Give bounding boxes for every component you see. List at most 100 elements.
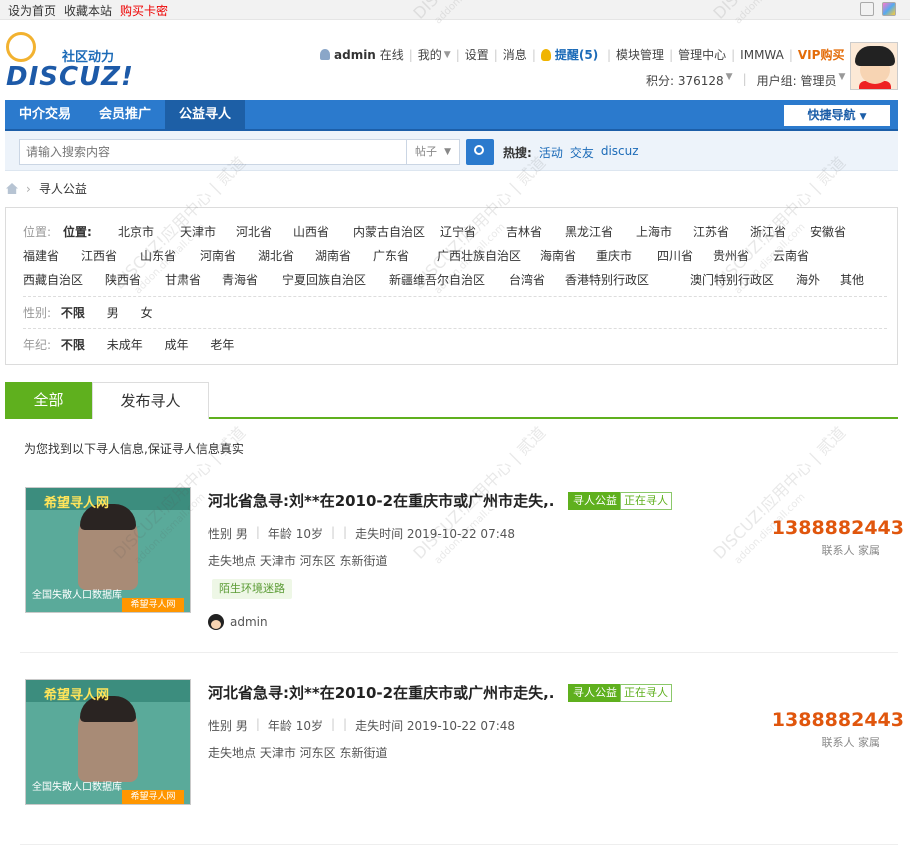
messages-link[interactable]: 消息 (503, 46, 527, 63)
location-option[interactable]: 四川省 (657, 247, 693, 264)
location-option[interactable]: 北京市 (118, 223, 154, 240)
location-option[interactable]: 黑龙江省 (565, 223, 613, 240)
hot-keyword[interactable]: discuz (601, 144, 639, 161)
listing-card[interactable]: 希望寻人网 全国失散人口数据库 希望寻人网 河北省急寻:刘**在2010-2在重庆市或… (20, 484, 904, 672)
username-link[interactable]: admin (334, 48, 376, 62)
found-tip: 为您找到以下寻人信息,保证寻人信息真实 (24, 442, 244, 456)
search-button[interactable] (466, 139, 494, 165)
location-option[interactable]: 福建省 (23, 247, 59, 264)
location-option[interactable]: 河北省 (236, 223, 272, 240)
status-badge: 正在寻人 (620, 492, 672, 510)
listing-card[interactable]: 希望寻人网 全国失散人口数据库 希望寻人网 河北省急寻:刘**在2010-2在重庆市或… (20, 676, 904, 864)
age-option[interactable]: 老年 (210, 338, 234, 352)
location-option[interactable]: 上海市 (636, 223, 672, 240)
style-icon[interactable] (882, 2, 896, 16)
location-option[interactable]: 广西壮族自治区 (437, 247, 521, 264)
nav-item-agency[interactable]: 中介交易 (5, 100, 85, 129)
usergroup-menu[interactable]: 用户组: 管理员 (757, 72, 837, 89)
location-option[interactable]: 台湾省 (509, 271, 545, 288)
nav-item-promotion[interactable]: 会员推广 (85, 100, 165, 129)
location-option[interactable]: 湖北省 (258, 247, 294, 264)
location-option[interactable]: 广东省 (373, 247, 409, 264)
cause-tag[interactable]: 陌生环境迷路 (212, 579, 292, 599)
location-option[interactable]: 河南省 (200, 247, 236, 264)
block-manage-link[interactable]: 模块管理 (616, 46, 664, 63)
settings-link[interactable]: 设置 (465, 46, 489, 63)
location-row: 福建省 江西省 山东省 河南省 湖北省 湖南省 广东省 广西壮族自治区 海南省 重庆市 四川省 贵州省… (23, 247, 887, 263)
location-option[interactable]: 山西省 (293, 223, 329, 240)
location-option[interactable]: 青海省 (222, 271, 258, 288)
tab-bar: 全部 发布寻人 (5, 382, 898, 419)
location-option[interactable]: 重庆市 (596, 247, 632, 264)
gender-option[interactable]: 女 (141, 306, 153, 320)
location-option[interactable]: 云南省 (773, 247, 809, 264)
location-option[interactable]: 澳门特别行政区 (690, 271, 774, 288)
lost-place-value: 走失地点 天津市 河东区 东新街道 (208, 746, 388, 760)
location-option[interactable]: 贵州省 (713, 247, 749, 264)
listing-title[interactable]: 河北省急寻:刘**在2010-2在重庆市或广州市走失,... (208, 490, 553, 511)
location-option[interactable]: 陕西省 (105, 271, 141, 288)
set-home-link[interactable]: 设为首页 (8, 2, 56, 19)
location-option[interactable]: 浙江省 (750, 223, 786, 240)
location-option[interactable]: 海外 (796, 271, 820, 288)
location-option[interactable]: 香港特别行政区 (565, 271, 649, 288)
breadcrumb-current[interactable]: 寻人公益 (39, 180, 87, 197)
contact-phone[interactable]: 1388882443 (772, 517, 904, 539)
contact-phone[interactable]: 1388882443 (772, 709, 904, 731)
location-option[interactable]: 吉林省 (506, 223, 542, 240)
search-type-select[interactable]: 帖子 ▼ (406, 139, 460, 165)
location-option[interactable]: 辽宁省 (440, 223, 476, 240)
immwa-link[interactable]: IMMWA (740, 48, 784, 62)
filter-panel: 位置: 位置: 北京市 天津市 河北省 山西省 内蒙古自治区 辽宁省 吉林省 黑龙江省 上海市 江苏省… (5, 207, 898, 365)
location-option[interactable]: 甘肃省 (165, 271, 201, 288)
home-icon[interactable] (6, 183, 18, 194)
location-option[interactable]: 其他 (840, 271, 864, 288)
lost-place-value: 走失地点 天津市 河东区 东新街道 (208, 554, 388, 568)
location-option[interactable]: 新疆维吾尔自治区 (389, 271, 485, 288)
user-meta: 积分: 376128 ▼ | 用户组: 管理员 ▼ (646, 72, 846, 89)
location-option[interactable]: 宁夏回族自治区 (282, 271, 366, 288)
location-option[interactable]: 天津市 (180, 223, 216, 240)
admin-center-link[interactable]: 管理中心 (678, 46, 726, 63)
tab-publish[interactable]: 发布寻人 (92, 382, 209, 419)
location-option-all[interactable]: 位置: (63, 223, 92, 240)
location-option[interactable]: 湖南省 (315, 247, 351, 264)
location-option[interactable]: 西藏自治区 (23, 271, 83, 288)
search-input[interactable] (19, 139, 407, 165)
location-option[interactable]: 江苏省 (693, 223, 729, 240)
location-option[interactable]: 海南省 (540, 247, 576, 264)
quick-nav-button[interactable]: 快捷导航 ▼ (784, 105, 890, 126)
site-logo[interactable]: 社区动力 DISCUZ! (6, 32, 136, 92)
divider (20, 844, 898, 845)
vip-link[interactable]: VIP购买 (798, 46, 845, 63)
bookmark-link[interactable]: 收藏本站 (64, 2, 112, 19)
photo-site-text: 希望寻人网 (44, 688, 110, 703)
hot-keyword[interactable]: 交友 (570, 144, 594, 161)
location-option[interactable]: 江西省 (81, 247, 117, 264)
age-filter: 年纪: 不限 未成年 成年 老年 (23, 336, 234, 353)
credits-menu[interactable]: 积分: 376128 (646, 72, 724, 89)
fullscreen-icon[interactable] (860, 2, 874, 16)
logo-word: DISCUZ! (6, 62, 134, 92)
mine-menu[interactable]: 我的 (418, 46, 442, 63)
location-option[interactable]: 内蒙古自治区 (353, 223, 425, 240)
missing-person-photo[interactable]: 希望寻人网 全国失散人口数据库 希望寻人网 (25, 487, 191, 613)
gender-option[interactable]: 不限 (61, 306, 85, 320)
location-option[interactable]: 安徽省 (810, 223, 846, 240)
listing-title[interactable]: 河北省急寻:刘**在2010-2在重庆市或广州市走失,... (208, 682, 553, 703)
user-avatar[interactable] (850, 42, 898, 90)
tab-all[interactable]: 全部 (5, 382, 92, 419)
age-option[interactable]: 成年 (165, 338, 189, 352)
remind-link[interactable]: 提醒(5) (555, 46, 598, 63)
gender-option[interactable]: 男 (107, 306, 119, 320)
poster-info[interactable]: admin (208, 614, 268, 630)
nav-item-search-people[interactable]: 公益寻人 (165, 100, 246, 129)
age-option[interactable]: 未成年 (107, 338, 143, 352)
buy-card-link[interactable]: 购买卡密 (120, 2, 168, 19)
age-option[interactable]: 不限 (61, 338, 85, 352)
photo-logo: 希望寻人网 (122, 790, 184, 804)
location-option[interactable]: 山东省 (140, 247, 176, 264)
hot-keyword[interactable]: 活动 (539, 144, 563, 161)
missing-person-photo[interactable]: 希望寻人网 全国失散人口数据库 希望寻人网 (25, 679, 191, 805)
poster-name: admin (230, 615, 268, 629)
